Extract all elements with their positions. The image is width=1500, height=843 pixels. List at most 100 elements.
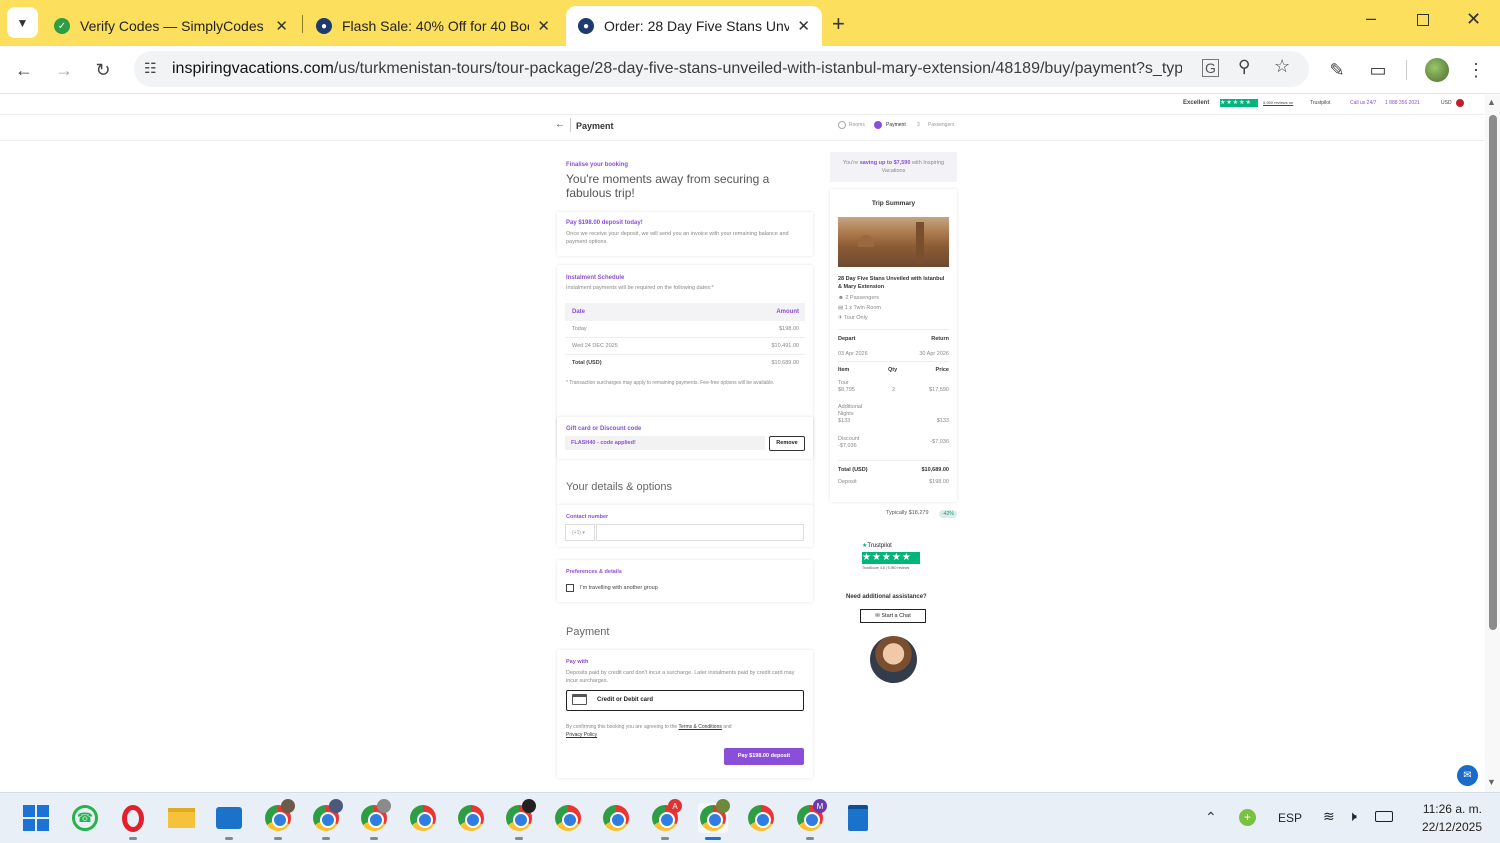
close-icon[interactable]: ✕	[537, 17, 550, 35]
phone-link[interactable]: 1 888 356 2021	[1385, 100, 1420, 106]
notepad-icon[interactable]	[843, 803, 873, 833]
reload-button[interactable]: ↻	[89, 56, 117, 84]
terms-text: By confirming this booking you are agree…	[566, 724, 732, 738]
group-checkbox[interactable]	[566, 584, 574, 592]
payment-card: Pay with Deposits paid by credit card do…	[557, 650, 813, 778]
reviews-link[interactable]: 5,950 reviews on	[1263, 100, 1293, 105]
deposit-text: Once we receive your deposit, we will se…	[566, 231, 789, 245]
intro-kicker: Finalise your booking	[566, 162, 629, 168]
gift-remove-button[interactable]: Remove	[769, 436, 805, 451]
menu-kebab-icon[interactable]: ⋮	[1462, 56, 1490, 84]
privacy-link[interactable]: Privacy Policy	[566, 732, 597, 738]
volume-icon[interactable]: 🕨	[1348, 808, 1357, 825]
scrollbar-thumb[interactable]	[1489, 115, 1497, 630]
step-passengers[interactable]: Passengers	[928, 122, 954, 128]
chat-widget-button[interactable]: ✉	[1457, 765, 1478, 786]
scroll-up-icon[interactable]: ▲	[1487, 97, 1496, 107]
chrome-profile-6-icon[interactable]	[504, 799, 536, 840]
forward-button[interactable]: →	[50, 56, 78, 84]
chrome-active-icon[interactable]	[698, 799, 730, 840]
translate-icon[interactable]: G	[1202, 59, 1219, 77]
minimize-button[interactable]: –	[1366, 8, 1376, 29]
header-divider-2	[0, 140, 1485, 141]
address-bar[interactable]: ☷ inspiringvacations.com/us/turkmenistan…	[134, 51, 1309, 87]
close-window-button[interactable]: ✕	[1466, 9, 1481, 30]
back-arrow-button[interactable]: ←	[555, 119, 565, 130]
site-settings-icon[interactable]: ☷	[144, 60, 157, 77]
terms-link[interactable]: Terms & Conditions	[679, 724, 722, 730]
discount-badge: -42%	[939, 510, 957, 518]
tab-title: Verify Codes — SimplyCodes	[80, 18, 264, 34]
country-code-select[interactable]: (+1) ▾	[565, 524, 595, 541]
clock-date[interactable]: 22/12/2025	[1408, 820, 1482, 834]
col-item: Item	[838, 367, 850, 373]
whatsapp-icon[interactable]: ☎	[70, 803, 100, 833]
chrome-profile-4-icon[interactable]	[408, 803, 438, 833]
summary-divider	[838, 460, 949, 461]
scroll-down-icon[interactable]: ▼	[1487, 777, 1496, 787]
tab-flash-sale[interactable]: ● Flash Sale: 40% Off for 40 Book ✕	[304, 6, 562, 46]
step-payment[interactable]: Payment	[886, 122, 906, 128]
chrome-profile-3-icon[interactable]	[359, 799, 391, 840]
chrome-profile-5-icon[interactable]	[456, 803, 486, 833]
new-tab-button[interactable]: +	[832, 11, 845, 37]
line-item: Additional Nights $133 $133	[838, 404, 949, 424]
details-heading: Your details & options	[566, 481, 672, 493]
chrome-profile-2-icon[interactable]	[311, 799, 343, 840]
drop-logo-icon: ●	[578, 18, 594, 34]
chrome-profile-7-icon[interactable]	[553, 803, 583, 833]
trip-image	[838, 217, 949, 267]
file-explorer-icon[interactable]	[166, 803, 196, 833]
chrome-profile-1-icon[interactable]	[263, 799, 295, 840]
tray-chevron-icon[interactable]: ⌃	[1205, 809, 1217, 826]
restore-button[interactable]	[1417, 14, 1429, 26]
clock-time[interactable]: 11:26 a. m.	[1416, 802, 1482, 816]
web-page: Excellent ★★★★★ 5,950 reviews on Trustpi…	[0, 95, 1485, 792]
bookmark-star-icon[interactable]: ☆	[1274, 56, 1290, 77]
outlook-icon[interactable]	[214, 803, 244, 840]
tab-simplycodes[interactable]: ✓ Verify Codes — SimplyCodes ✕	[42, 6, 300, 46]
tray-app-icon[interactable]: +	[1239, 809, 1256, 826]
plus-icon: +	[832, 11, 845, 36]
profile-avatar[interactable]	[1425, 58, 1449, 82]
close-icon[interactable]: ✕	[275, 17, 288, 35]
credit-card-option[interactable]: Credit or Debit card	[566, 690, 804, 711]
page-scrollbar[interactable]: ▲ ▼	[1485, 95, 1500, 792]
trustpilot-widget[interactable]: ★Trustpilot ★★★★★ TrustScore 4.6 | 5,950…	[862, 542, 922, 572]
start-chat-button[interactable]: ✉ Start a Chat	[860, 609, 926, 623]
close-icon[interactable]: ✕	[797, 17, 810, 35]
depart-date: 03 Apr 2026	[838, 351, 868, 357]
table-row-total: Total (USD) $10,689.00	[565, 355, 805, 372]
credit-card-label: Credit or Debit card	[597, 697, 654, 703]
chrome-profile-9-icon[interactable]: A	[650, 799, 682, 840]
tab-order[interactable]: ● Order: 28 Day Five Stans Unveil ✕	[566, 6, 822, 46]
col-amount: Amount	[776, 309, 799, 315]
zoom-icon[interactable]: ⚲	[1238, 57, 1250, 77]
edit-icon[interactable]: ✎	[1323, 56, 1351, 84]
chrome-profile-12-icon[interactable]: M	[795, 799, 827, 840]
chrome-profile-11-icon[interactable]	[746, 803, 776, 833]
opera-icon[interactable]	[118, 803, 148, 840]
chrome-profile-8-icon[interactable]	[601, 803, 631, 833]
agent-avatar	[870, 636, 917, 683]
browser-toolbar: ← → ↻ ☷ inspiringvacations.com/us/turkme…	[0, 46, 1500, 94]
language-indicator[interactable]: ESP	[1278, 811, 1302, 825]
wifi-icon[interactable]: ≋	[1323, 808, 1335, 825]
step-rooms[interactable]: Rooms	[849, 122, 865, 128]
currency-select[interactable]: USD	[1441, 100, 1452, 106]
payment-note: Deposits paid by credit card don't incur…	[566, 670, 795, 684]
assistance-heading: Need additional assistance?	[846, 594, 927, 600]
bed-icon: ▤	[838, 305, 844, 311]
extensions-icon[interactable]: ▭	[1364, 56, 1392, 84]
row-date: Wed 24 DEC 2025	[572, 343, 618, 349]
contact-label: Contact number	[566, 514, 609, 520]
back-button[interactable]: ←	[10, 56, 38, 84]
battery-icon[interactable]	[1375, 811, 1393, 822]
total-value: $10,689.00	[921, 467, 949, 473]
windows-start-icon[interactable]	[21, 803, 51, 833]
phone-input[interactable]	[596, 524, 804, 541]
deposit-card: Pay $198.00 deposit today! Once we recei…	[557, 212, 813, 256]
chevron-down-icon: ▼	[16, 15, 29, 30]
pay-deposit-button[interactable]: Pay $198.00 deposit	[724, 748, 804, 765]
tab-search-button[interactable]: ▼	[7, 7, 38, 38]
